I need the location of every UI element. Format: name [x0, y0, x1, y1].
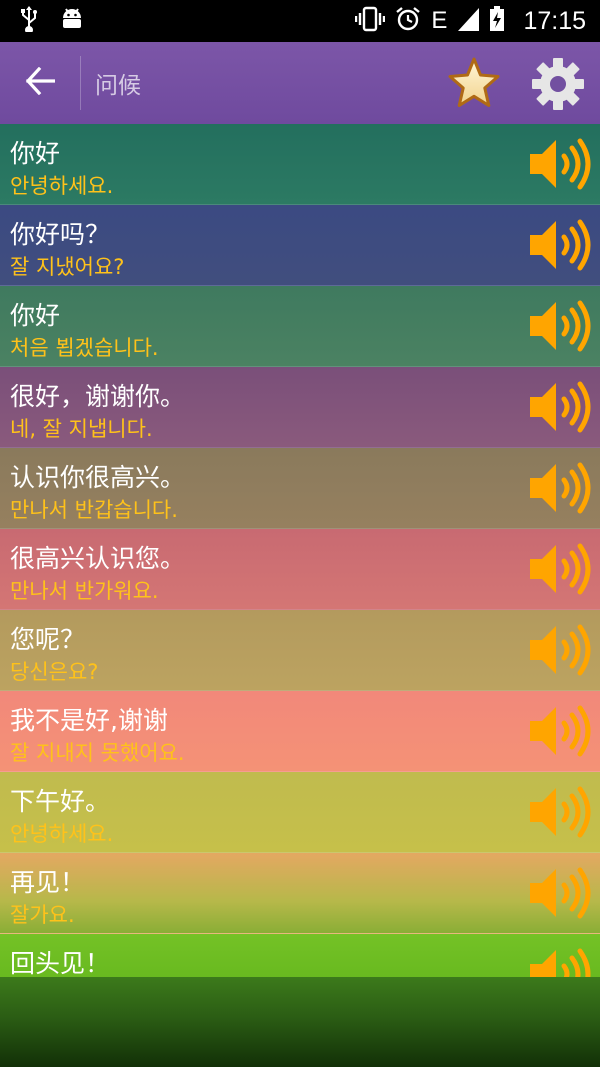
phrase-chinese: 您呢？ — [10, 625, 86, 654]
speaker-icon — [526, 462, 592, 520]
page-title: 问候 — [95, 72, 141, 98]
phrase-row[interactable]: 再见！ 잘가요. — [0, 853, 600, 934]
play-audio-button[interactable] — [526, 379, 592, 435]
phrase-korean: 네, 잘 지냅니다. — [10, 417, 153, 441]
settings-button[interactable] — [530, 56, 586, 112]
battery-charging-icon — [489, 6, 505, 36]
phrase-chinese: 我不是好,谢谢 — [10, 706, 168, 735]
phrase-row[interactable]: 您呢？ 당신은요? — [0, 610, 600, 691]
phrase-korean: 당신은요? — [10, 660, 99, 684]
play-audio-button[interactable] — [526, 217, 592, 273]
status-time: 17:15 — [523, 6, 586, 35]
star-icon — [446, 57, 502, 115]
phrase-chinese: 很好，谢谢你。 — [10, 382, 186, 411]
phrase-chinese: 认识你很高兴。 — [10, 463, 186, 492]
phrase-row[interactable]: 我不是好,谢谢 잘 지내지 못했어요. — [0, 691, 600, 772]
phrase-korean: 만나서 반가워요. — [10, 579, 159, 603]
play-audio-button[interactable] — [526, 460, 592, 516]
phrase-list: 你好 안녕하세요. 你好吗？ 잘 지냈어요? 你好 처음 뵙겠습니다. 很好，谢… — [0, 124, 600, 977]
background-grass — [0, 977, 600, 1067]
android-icon — [60, 6, 84, 36]
favorite-button[interactable] — [446, 55, 502, 111]
arrow-left-icon — [25, 66, 56, 99]
phrase-chinese: 你好 — [10, 139, 61, 168]
phrase-row[interactable]: 你好吗？ 잘 지냈어요? — [0, 205, 600, 286]
phrase-korean: 잘가요. — [10, 903, 75, 927]
phrase-chinese: 回头见！ — [10, 949, 111, 977]
phrase-chinese: 很高兴认识您。 — [10, 544, 186, 573]
play-audio-button[interactable] — [526, 136, 592, 192]
phrase-korean: 잘 지냈어요? — [10, 255, 125, 279]
usb-icon — [20, 6, 38, 36]
app-bar-divider — [80, 56, 81, 110]
vibrate-icon — [355, 6, 386, 36]
play-audio-button[interactable] — [526, 946, 592, 977]
phrase-row[interactable]: 回头见！ — [0, 934, 600, 977]
network-type-label: E — [431, 7, 448, 34]
speaker-icon — [526, 300, 592, 358]
phrase-chinese: 你好吗？ — [10, 220, 111, 249]
play-audio-button[interactable] — [526, 703, 592, 759]
play-audio-button[interactable] — [526, 784, 592, 840]
alarm-icon — [395, 6, 421, 36]
phrase-row[interactable]: 你好 처음 뵙겠습니다. — [0, 286, 600, 367]
gear-icon — [530, 58, 586, 116]
phrase-chinese: 再见！ — [10, 868, 86, 897]
phrase-korean: 잘 지내지 못했어요. — [10, 741, 185, 765]
speaker-icon — [526, 543, 592, 601]
speaker-icon — [526, 786, 592, 844]
phrase-korean: 만나서 반갑습니다. — [10, 498, 178, 522]
phrase-row[interactable]: 很高兴认识您。 만나서 반가워요. — [0, 529, 600, 610]
phrase-row[interactable]: 你好 안녕하세요. — [0, 124, 600, 205]
back-button[interactable] — [0, 42, 80, 124]
speaker-icon — [526, 705, 592, 763]
app-bar: 问候 — [0, 42, 600, 124]
speaker-icon — [526, 381, 592, 439]
status-bar: E 17:15 — [0, 0, 600, 42]
phrase-korean: 처음 뵙겠습니다. — [10, 336, 159, 360]
play-audio-button[interactable] — [526, 541, 592, 597]
signal-icon — [457, 7, 480, 35]
phrase-chinese: 下午好。 — [10, 787, 111, 816]
play-audio-button[interactable] — [526, 622, 592, 678]
play-audio-button[interactable] — [526, 865, 592, 921]
phrase-row[interactable]: 很好，谢谢你。 네, 잘 지냅니다. — [0, 367, 600, 448]
speaker-icon — [526, 867, 592, 925]
speaker-icon — [526, 624, 592, 682]
play-audio-button[interactable] — [526, 298, 592, 354]
speaker-icon — [526, 219, 592, 277]
phrase-row[interactable]: 认识你很高兴。 만나서 반갑습니다. — [0, 448, 600, 529]
phrase-korean: 안녕하세요. — [10, 822, 114, 846]
phrase-row[interactable]: 下午好。 안녕하세요. — [0, 772, 600, 853]
phrase-korean: 안녕하세요. — [10, 174, 114, 198]
phrase-chinese: 你好 — [10, 301, 61, 330]
speaker-icon — [526, 138, 592, 196]
